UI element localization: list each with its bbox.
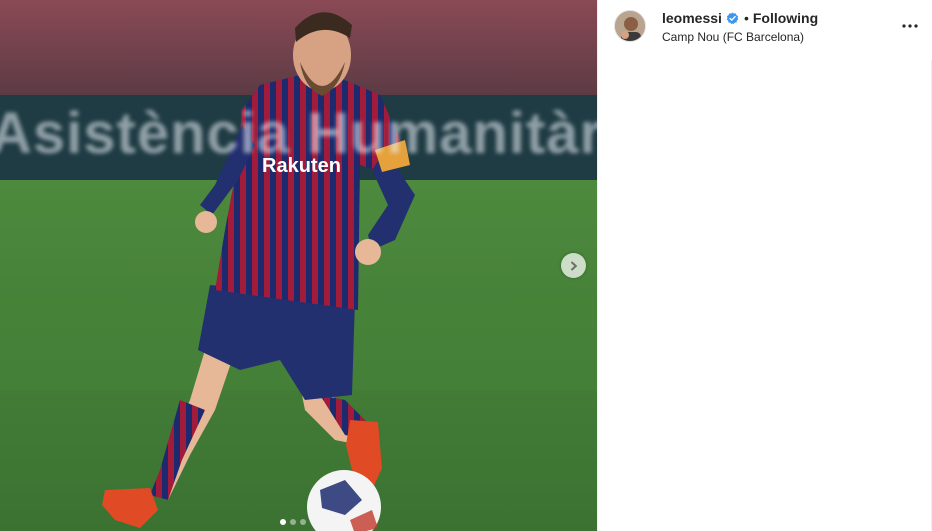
more-options-icon bbox=[902, 24, 918, 28]
carousel-dot bbox=[280, 519, 286, 525]
avatar-image bbox=[615, 11, 645, 41]
carousel-dot bbox=[300, 519, 306, 525]
username-link[interactable]: leomessi bbox=[662, 10, 722, 26]
carousel-dot bbox=[290, 519, 296, 525]
carousel-next-button[interactable] bbox=[561, 253, 586, 278]
location-link[interactable]: Camp Nou (FC Barcelona) bbox=[662, 30, 804, 44]
following-button[interactable]: Following bbox=[753, 10, 818, 26]
post-header: leomessi • Following Camp Nou (FC Barcel… bbox=[598, 0, 932, 52]
user-row: leomessi • Following bbox=[662, 10, 818, 26]
post-side-panel: leomessi • Following Camp Nou (FC Barcel… bbox=[597, 0, 932, 531]
more-options-button[interactable] bbox=[898, 14, 922, 38]
verified-badge-icon bbox=[726, 11, 739, 24]
post-photo: Rakuten bbox=[0, 0, 597, 531]
post-media[interactable]: Rakuten Asistència Humanitària bbox=[0, 0, 597, 531]
ad-board-text: Asistència Humanitària bbox=[0, 101, 597, 166]
avatar[interactable] bbox=[614, 10, 646, 42]
carousel-indicator bbox=[280, 519, 306, 525]
separator-dot: • bbox=[743, 10, 749, 26]
instagram-post: Rakuten Asistència Humanitària bbox=[0, 0, 932, 531]
chevron-right-icon bbox=[570, 261, 577, 270]
